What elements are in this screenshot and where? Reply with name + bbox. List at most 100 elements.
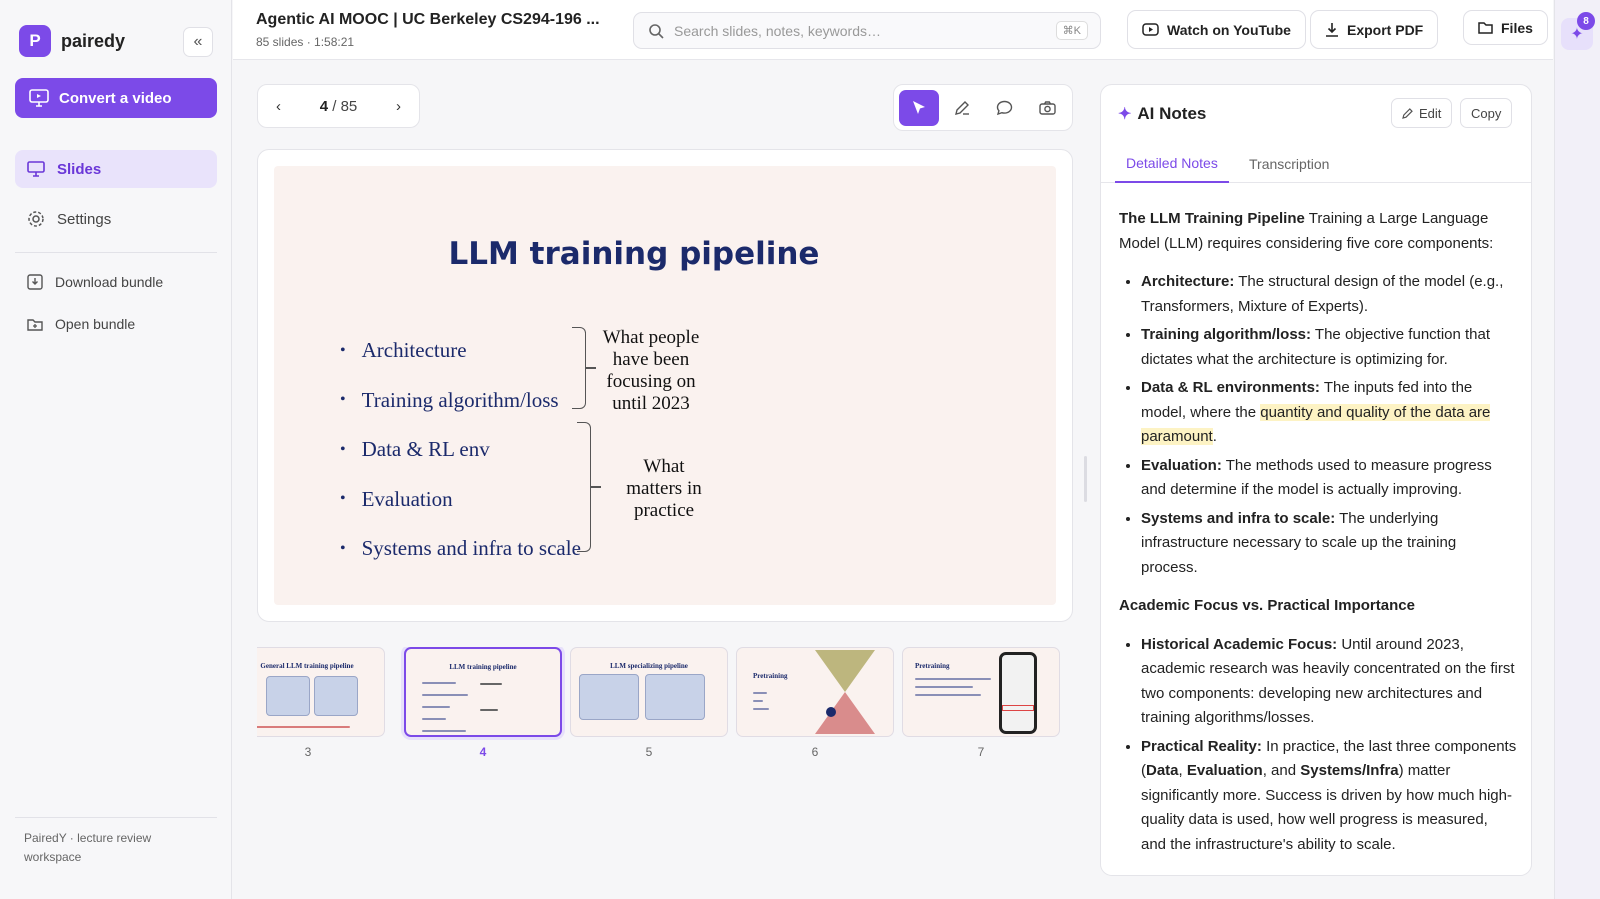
thumbnail-title: Pretraining (753, 672, 788, 680)
chevron-right-icon[interactable]: › (396, 98, 401, 115)
copy-label: Copy (1471, 105, 1502, 121)
list-item: Practical Reality: In practice, the last… (1141, 735, 1517, 858)
item-bold: Data (1146, 762, 1179, 779)
convert-video-label: Convert a video (59, 89, 172, 107)
pointer-tool-button[interactable] (899, 89, 939, 126)
tab-detailed-notes[interactable]: Detailed Notes (1115, 145, 1229, 183)
ai-notes-panel: ✦ AI Notes Edit Copy Detailed Notes Tran… (1100, 84, 1532, 876)
sidebar-footer: PairedY · lecture review workspace (24, 831, 152, 864)
monitor-icon (27, 161, 45, 177)
note-line: until 2023 (612, 393, 690, 414)
thumbnail-line (422, 718, 446, 720)
focus-list: Historical Academic Focus: Until around … (1119, 633, 1517, 858)
list-item: Systems and infra to scale: The underlyi… (1141, 507, 1517, 581)
notification-badge: 8 (1577, 12, 1595, 30)
annotation-toolbar (893, 84, 1073, 131)
thumbnail-image[interactable]: Pretraining (902, 647, 1060, 737)
copy-notes-button[interactable]: Copy (1460, 98, 1513, 128)
item-term: Training algorithm/loss: (1141, 326, 1312, 343)
item-text: , (1178, 762, 1187, 779)
thumbnail-line (480, 683, 502, 685)
camera-icon (1038, 100, 1056, 115)
screenshot-tool-button[interactable] (1027, 90, 1067, 126)
download-bundle-button[interactable]: Download bundle (15, 274, 163, 290)
open-bundle-button[interactable]: Open bundle (15, 316, 135, 332)
chevron-left-icon[interactable]: ‹ (276, 98, 281, 115)
cursor-arrow-icon (912, 100, 925, 114)
thumbnail-box (266, 676, 310, 716)
search-icon (649, 23, 664, 39)
top-header: Agentic AI MOOC | UC Berkeley CS294-196 … (233, 0, 1553, 60)
thumbnail-number: 6 (811, 745, 819, 759)
thumbnail-strip: General LLM training pipeline 3 LLM trai… (257, 647, 1073, 767)
search-input[interactable]: Search slides, notes, keywords… (674, 23, 881, 39)
brace-top (572, 327, 586, 409)
list-item: Evaluation: The methods used to measure … (1141, 454, 1517, 503)
current-slide[interactable]: LLM training pipeline Architecture Train… (274, 166, 1056, 605)
current-page: 4 (319, 97, 329, 115)
slide-viewer: LLM training pipeline Architecture Train… (257, 149, 1073, 622)
pen-icon (954, 100, 969, 115)
thumbnail-line (915, 686, 973, 688)
brace-bottom-tick (591, 486, 601, 488)
thumbnail-number: 5 (645, 745, 653, 759)
intro-heading: The LLM Training Pipeline (1119, 210, 1305, 227)
download-box-icon (27, 274, 43, 290)
brand[interactable]: P pairedy (19, 25, 125, 57)
note-line: matters in (626, 478, 702, 499)
comment-tool-button[interactable] (985, 90, 1025, 126)
document-meta: 85 slides · 1:58:21 (256, 35, 355, 49)
pencil-icon (1402, 108, 1413, 119)
convert-video-button[interactable]: Convert a video (15, 78, 217, 118)
thumbnail-box (579, 674, 639, 720)
slide-pager: ‹ 4 / 85 › (257, 84, 420, 128)
thumbnail-image[interactable]: Pretraining (736, 647, 894, 737)
collapse-sidebar-button[interactable]: « (183, 27, 213, 57)
thumbnail-line (753, 700, 763, 702)
thumbnail-line (753, 708, 769, 710)
thumbnail-image[interactable]: General LLM training pipeline (257, 647, 385, 737)
search-bar[interactable]: Search slides, notes, keywords… ⌘K (633, 12, 1101, 49)
slide-bullet: Architecture (340, 326, 581, 376)
edit-notes-button[interactable]: Edit (1391, 98, 1453, 128)
thumbnail-title: General LLM training pipeline (260, 662, 354, 670)
sidebar-item-settings[interactable]: Settings (15, 200, 217, 238)
tab-transcription[interactable]: Transcription (1238, 145, 1340, 183)
assistant-rail: ✦ 8 (1554, 0, 1600, 899)
note-line: focusing on (606, 371, 696, 392)
slide-bullet-list: Architecture Training algorithm/loss Dat… (340, 326, 581, 574)
thumbnail-line (753, 692, 767, 694)
export-pdf-button[interactable]: Export PDF (1310, 10, 1439, 49)
sidebar-item-label: Settings (57, 210, 112, 228)
files-button[interactable]: Files (1463, 10, 1548, 45)
pen-tool-button[interactable] (942, 90, 982, 126)
item-term: Systems and infra to scale: (1141, 509, 1336, 527)
list-item: Data & RL environments: The inputs fed i… (1141, 376, 1517, 450)
list-item: Training algorithm/loss: The objective f… (1141, 323, 1517, 372)
thumbnail-box (645, 674, 705, 720)
list-item: Architecture: The structural design of t… (1141, 270, 1517, 319)
watch-youtube-button[interactable]: Watch on YouTube (1127, 10, 1306, 49)
brace-bottom (577, 422, 591, 552)
brand-name: pairedy (61, 30, 126, 51)
thumbnail-image[interactable]: LLM training pipeline (404, 647, 562, 737)
item-bold: Evaluation (1186, 762, 1263, 779)
thumbnail-title: Pretraining (915, 662, 950, 670)
edit-label: Edit (1419, 105, 1442, 121)
notes-title: AI Notes (1137, 104, 1207, 123)
slide-bullet: Evaluation (340, 475, 581, 525)
thumbnail-line (915, 678, 991, 680)
sidebar-item-slides[interactable]: Slides (15, 150, 217, 188)
thumbnail-image[interactable]: LLM specializing pipeline (570, 647, 728, 737)
slide-title: LLM training pipeline (448, 236, 820, 272)
thumbnail-line (422, 730, 466, 732)
item-bold: Systems/Infra (1300, 762, 1399, 779)
export-pdf-label: Export PDF (1347, 21, 1424, 38)
notes-header: ✦ AI Notes (1118, 104, 1206, 124)
panel-resize-handle[interactable] (1084, 456, 1087, 502)
thumbnail-line (422, 694, 468, 696)
notes-intro: The LLM Training Pipeline Training a Lar… (1119, 207, 1517, 256)
sidebar: P pairedy « Convert a video Slides Setti… (0, 0, 232, 899)
item-term: Evaluation: (1141, 456, 1222, 474)
notes-tabs: Detailed Notes Transcription (1101, 145, 1531, 183)
